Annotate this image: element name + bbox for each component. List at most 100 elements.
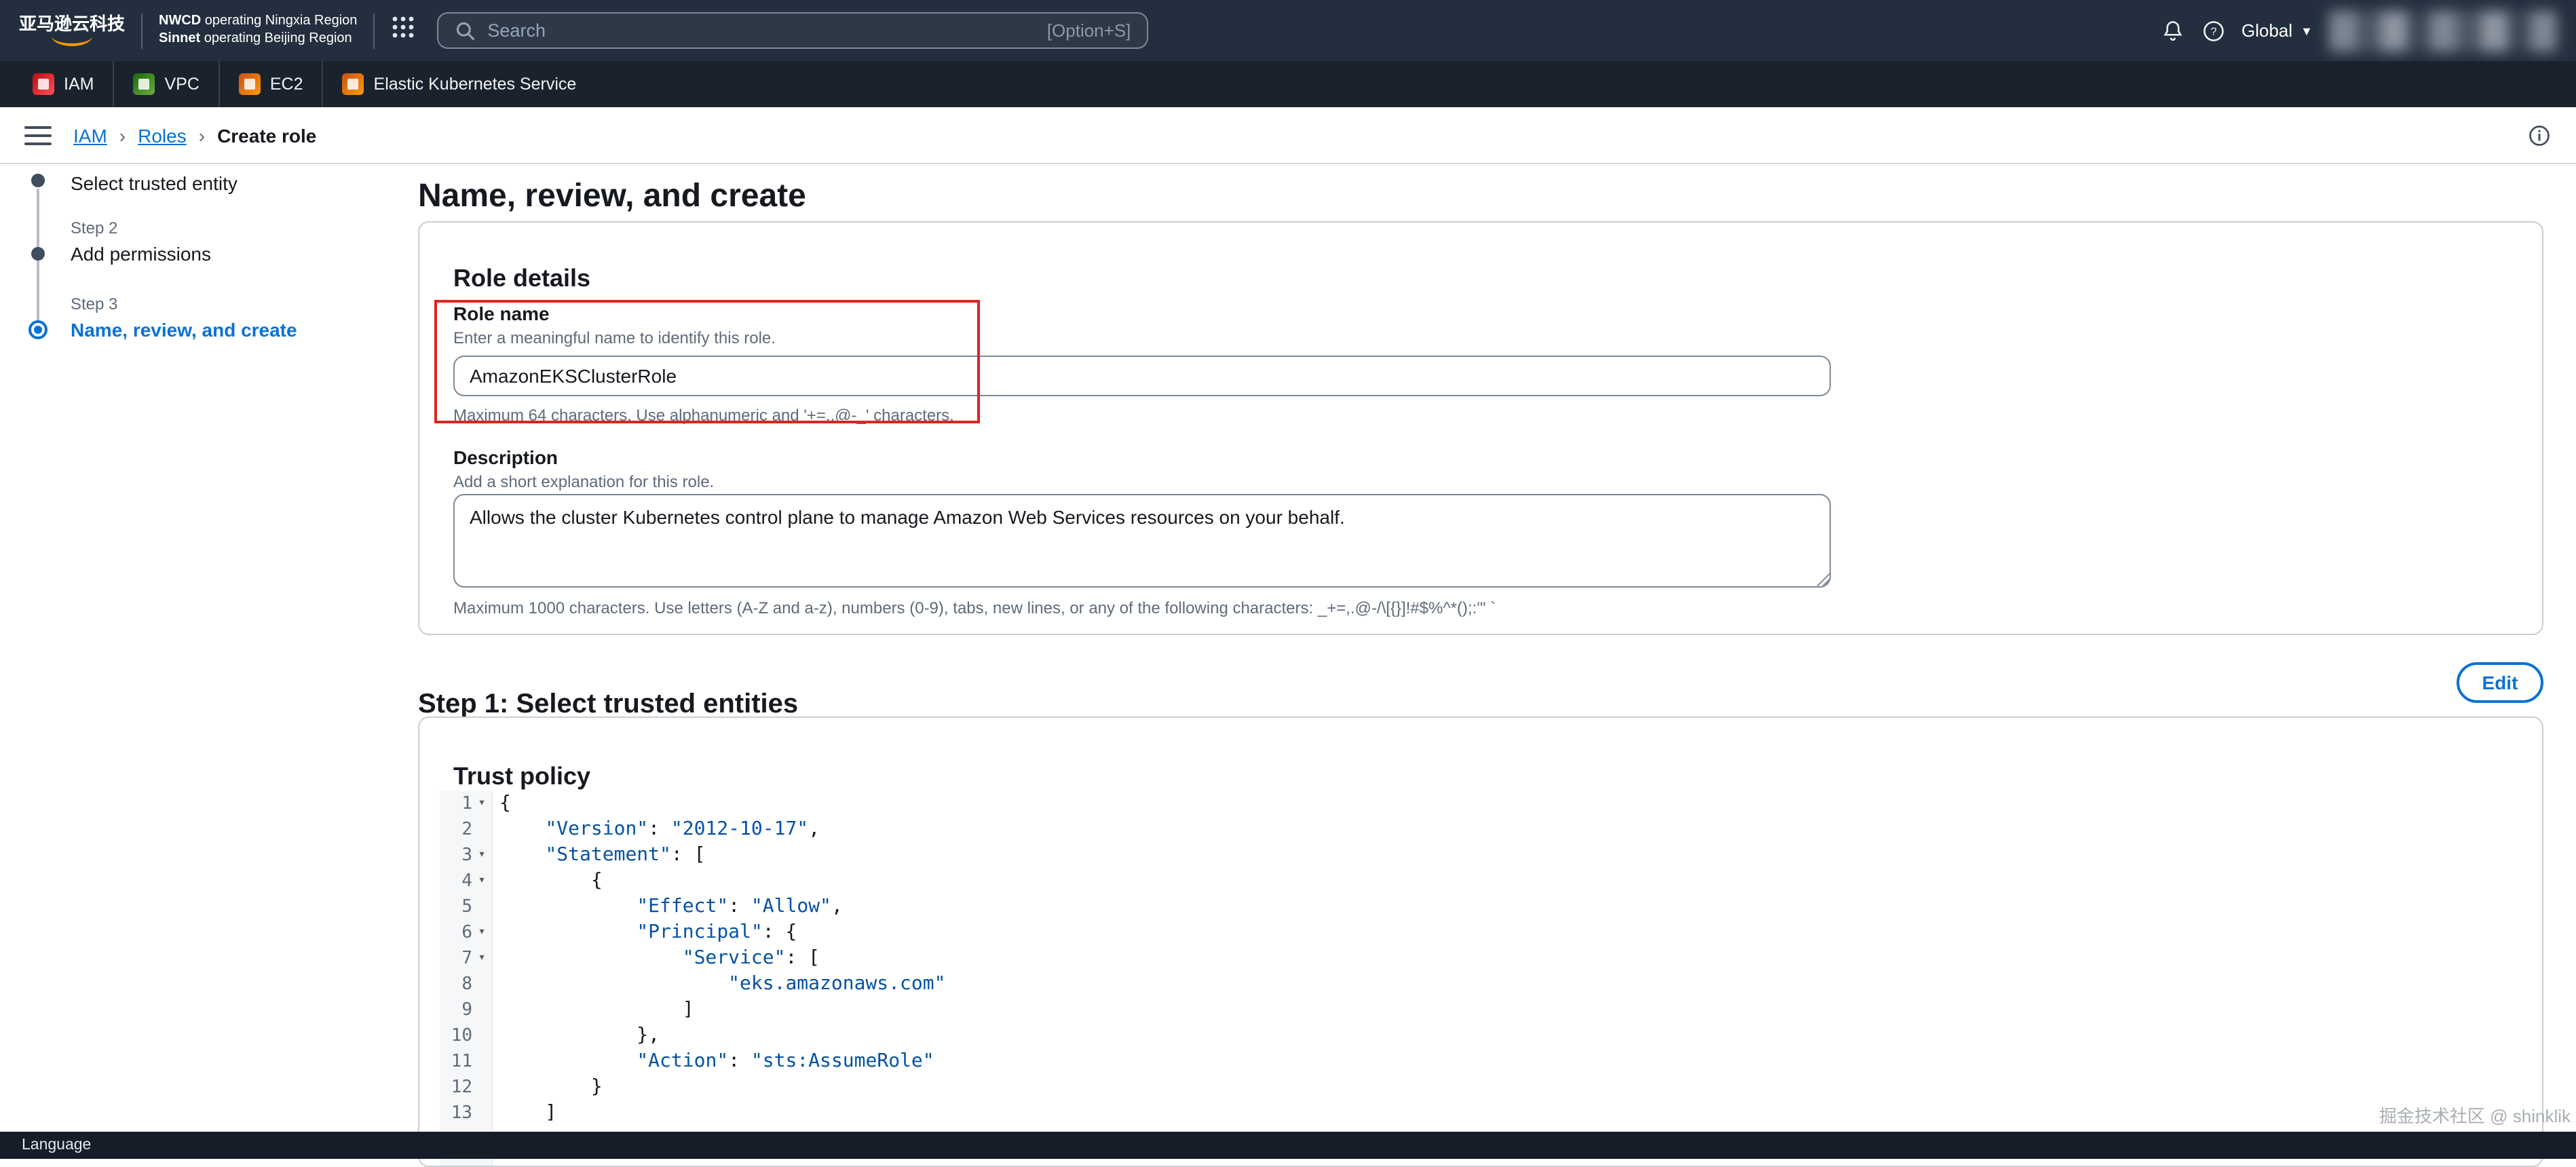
services-grid-icon[interactable] [391,15,415,46]
logo-text: 亚马逊云科技 [19,14,125,34]
line-number: 11 [440,1049,472,1075]
code-text: { [491,868,603,894]
code-text: "Principal": { [491,920,797,946]
code-text: }, [491,1023,660,1049]
search-placeholder: Search [487,20,546,41]
region-line2: operating Beijing Region [200,31,352,45]
active-step-indicator [29,320,48,339]
top-navigation: 亚马逊云科技 NWCD operating Ningxia Region Sin… [0,0,2576,61]
favorite-label: IAM [64,75,94,94]
search-input[interactable]: Search [Option+S] [437,12,1148,49]
region-operator-note: NWCD operating Ningxia Region Sinnet ope… [159,14,357,47]
code-text: { [491,791,511,817]
favorites-bar-items: IAM VPC EC2 Elastic Kubernetes Service [14,61,595,107]
breadcrumb-separator: › [119,124,126,146]
code-text: "eks.amazonaws.com" [491,972,945,997]
divider [373,13,375,48]
region-line1: operating Ningxia Region [201,14,357,28]
favorite-vpc[interactable]: VPC [113,61,218,107]
info-panel-icon[interactable] [2527,123,2552,147]
role-name-input[interactable] [453,356,1831,396]
account-menu-redacted[interactable] [2329,10,2557,51]
region-line1-bold: NWCD [159,14,201,28]
breadcrumb-create-role: Create role [217,124,316,146]
wizard-step-2[interactable]: Step 2Add permissions [71,217,396,266]
line-number: 5 [440,894,472,920]
divider [141,13,143,48]
aws-console-page: 亚马逊云科技 NWCD operating Ningxia Region Sin… [0,0,2576,1159]
search-shortcut-hint: [Option+S] [1047,20,1131,41]
code-line-1: 1▾{ [440,791,2524,817]
line-number: 13 [440,1101,472,1126]
role-name-help: Enter a meaningful name to identify this… [453,327,776,349]
role-details-card: Role details Role name Enter a meaningfu… [418,221,2543,635]
breadcrumb-separator: › [199,124,205,146]
region-line2-bold: Sinnet [159,31,200,45]
search-icon [455,20,476,41]
description-textarea[interactable]: Allows the cluster Kubernetes control pl… [453,494,1831,588]
region-selector-label: Global [2241,20,2292,41]
step-number-label: Step 2 [71,217,396,239]
line-number: 10 [440,1023,472,1049]
trust-policy-editor[interactable]: 1▾{2 "Version": "2012-10-17",3▾ "Stateme… [440,791,2524,1166]
breadcrumb-iam[interactable]: IAM [73,124,107,146]
breadcrumb-roles[interactable]: Roles [138,124,187,146]
logo-swoosh-icon [52,34,92,46]
console-footer: Language [0,1132,2576,1159]
code-line-13: 13 ] [440,1101,2524,1126]
vpc-service-icon [133,73,155,95]
active-step-dot [34,326,42,334]
code-line-11: 11 "Action": "sts:AssumeRole" [440,1049,2524,1075]
region-selector[interactable]: Global ▼ [2241,20,2313,41]
eks-service-icon [343,73,364,95]
code-lines: 1▾{2 "Version": "2012-10-17",3▾ "Stateme… [440,791,2524,1126]
description-constraint: Maximum 1000 characters. Use letters (A-… [453,597,1496,619]
code-text: "Action": "sts:AssumeRole" [491,1049,934,1075]
code-line-8: 8 "eks.amazonaws.com" [440,972,2524,997]
trust-policy-title: Trust policy [453,761,590,791]
fold-toggle-icon[interactable]: ▾ [472,946,491,972]
fold-spacer [472,1075,491,1101]
wizard-step-1[interactable]: Select trusted entity [71,168,396,195]
edit-button[interactable]: Edit [2457,662,2543,703]
hamburger-menu-icon[interactable] [24,124,52,146]
code-text: ] [491,1101,556,1126]
role-details-title: Role details [453,263,590,293]
description-help: Add a short explanation for this role. [453,471,714,493]
chevron-down-icon: ▼ [2300,24,2313,37]
line-number: 9 [440,997,472,1023]
fold-toggle-icon[interactable]: ▾ [472,843,491,868]
favorite-label: VPC [164,75,199,94]
fold-toggle-icon[interactable]: ▾ [472,920,491,946]
completed-step-indicator [31,174,45,187]
line-number: 8 [440,972,472,997]
role-name-label: Role name [453,301,550,326]
code-line-7: 7▾ "Service": [ [440,946,2524,972]
help-icon[interactable]: ? [2201,18,2225,43]
fold-spacer [472,1023,491,1049]
aws-china-logo[interactable]: 亚马逊云科技 [19,15,125,46]
favorite-elastic-kubernetes-service[interactable]: Elastic Kubernetes Service [322,61,596,107]
language-button[interactable]: Language [22,1137,91,1153]
step-title: Name, review, and create [71,318,396,342]
notifications-bell-icon[interactable] [2160,18,2184,43]
favorite-label: Elastic Kubernetes Service [374,75,577,94]
favorite-ec2[interactable]: EC2 [219,61,322,107]
code-text: "Version": "2012-10-17", [491,817,820,843]
textarea-resize-handle[interactable] [1817,573,1831,586]
fold-spacer [472,997,491,1023]
favorite-iam[interactable]: IAM [14,61,113,107]
fold-spacer [472,1049,491,1075]
wizard-step-3[interactable]: Step 3 Name, review, and create [71,293,396,342]
step-number-label: Step 3 [71,293,396,315]
fold-toggle-icon[interactable]: ▾ [472,868,491,894]
code-line-9: 9 ] [440,997,2524,1023]
fold-toggle-icon[interactable]: ▾ [472,791,491,817]
line-number: 7 [440,946,472,972]
code-line-2: 2 "Version": "2012-10-17", [440,817,2524,843]
step-title: Select trusted entity [71,171,396,195]
favorites-bar: IAM VPC EC2 Elastic Kubernetes Service [0,61,2576,107]
line-number: 2 [440,817,472,843]
fold-spacer [472,894,491,920]
code-text: } [491,1075,603,1101]
